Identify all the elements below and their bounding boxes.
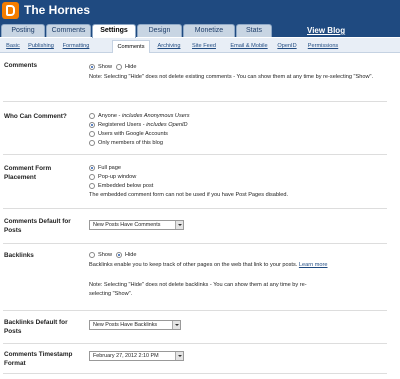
- subtab-basic[interactable]: Basic: [3, 41, 23, 51]
- tab-design[interactable]: Design: [137, 24, 182, 37]
- comments-label: Comments: [4, 62, 38, 69]
- placement-popup-label[interactable]: Pop-up window: [98, 173, 136, 181]
- learn-more-link[interactable]: Learn more: [299, 262, 328, 268]
- chevron-down-icon: [175, 352, 183, 360]
- who-can-comment-label: Who Can Comment?: [4, 113, 67, 120]
- subtab-archiving[interactable]: Archiving: [153, 41, 185, 51]
- backlinks-show-label[interactable]: Show: [98, 251, 112, 259]
- subtab-email-mobile[interactable]: Email & Mobile: [227, 41, 271, 51]
- backlinks-show-radio[interactable]: [89, 252, 95, 258]
- subtab-publishing[interactable]: Publishing: [26, 41, 56, 51]
- who-anyone-label[interactable]: Anyone - includes Anonymous Users: [98, 112, 190, 120]
- placement-popup-radio[interactable]: [89, 174, 95, 180]
- subtab-formatting[interactable]: Formatting: [60, 41, 92, 51]
- divider: [3, 208, 387, 209]
- who-google-radio[interactable]: [89, 131, 95, 137]
- placement-full-page-label[interactable]: Full page: [98, 164, 121, 172]
- comments-hide-label[interactable]: Hide: [125, 63, 137, 71]
- placement-label: Comment Form Placement: [4, 165, 52, 181]
- placement-note: The embedded comment form can not be use…: [89, 192, 289, 198]
- blog-title: The Hornes: [24, 3, 91, 17]
- placement-embedded-label[interactable]: Embedded below post: [98, 182, 153, 190]
- chevron-down-icon: [172, 321, 180, 329]
- divider: [3, 243, 387, 244]
- comments-default-select[interactable]: New Posts Have Comments: [89, 220, 184, 230]
- subtab-comments[interactable]: Comments: [112, 40, 150, 53]
- who-registered-label[interactable]: Registered Users - includes OpenID: [98, 121, 188, 129]
- tab-posting[interactable]: Posting: [1, 24, 45, 37]
- tab-monetize[interactable]: Monetize: [183, 24, 235, 37]
- backlinks-default-select[interactable]: New Posts Have Backlinks: [89, 320, 181, 330]
- chevron-down-icon: [175, 221, 183, 229]
- blogger-logo-icon[interactable]: [2, 2, 19, 19]
- comments-hide-note: Note: Selecting "Hide" does not delete e…: [89, 74, 374, 80]
- divider: [3, 343, 387, 344]
- comments-show-radio[interactable]: [89, 64, 95, 70]
- subtab-openid[interactable]: OpenID: [275, 41, 299, 51]
- who-can-comment-row: Who Can Comment? Anyone - includes Anony…: [0, 110, 400, 150]
- timestamp-row: Comments Timestamp Format February 27, 2…: [0, 348, 400, 376]
- comments-setting-row: Comments Show Hide Note: Selecting "Hide…: [0, 59, 400, 97]
- divider: [3, 154, 387, 155]
- who-registered-radio[interactable]: [89, 122, 95, 128]
- timestamp-label: Comments Timestamp Format: [4, 351, 73, 367]
- backlinks-label: Backlinks: [4, 252, 34, 259]
- divider: [3, 101, 387, 102]
- backlinks-description: Backlinks enable you to keep track of ot…: [89, 262, 328, 268]
- who-google-label[interactable]: Users with Google Accounts: [98, 130, 168, 138]
- subtab-site-feed[interactable]: Site Feed: [189, 41, 219, 51]
- comments-hide-radio[interactable]: [116, 64, 122, 70]
- divider: [3, 310, 387, 311]
- who-members-label[interactable]: Only members of this blog: [98, 139, 163, 147]
- tab-comments[interactable]: Comments: [46, 24, 91, 37]
- comments-default-label: Comments Default for Posts: [4, 218, 71, 234]
- blogger-header: The Hornes Posting Comments Settings Des…: [0, 0, 400, 38]
- comments-default-row: Comments Default for Posts New Posts Hav…: [0, 215, 400, 239]
- settings-subnav: Basic Publishing Formatting Comments Arc…: [0, 38, 400, 53]
- backlinks-hide-radio[interactable]: [116, 252, 122, 258]
- who-members-radio[interactable]: [89, 140, 95, 146]
- subtab-permissions[interactable]: Permissions: [306, 41, 340, 51]
- who-anyone-radio[interactable]: [89, 113, 95, 119]
- comments-show-label[interactable]: Show: [98, 63, 112, 71]
- backlinks-row: Backlinks Show Hide Backlinks enable you…: [0, 249, 400, 305]
- backlinks-default-label: Backlinks Default for Posts: [4, 319, 68, 335]
- tab-stats[interactable]: Stats: [236, 24, 272, 37]
- backlinks-hide-label[interactable]: Hide: [125, 251, 137, 259]
- placement-full-page-radio[interactable]: [89, 165, 95, 171]
- backlinks-hide-note: Note: Selecting "Hide" does not delete b…: [89, 282, 307, 297]
- timestamp-format-select[interactable]: February 27, 2012 2:10 PM: [89, 351, 184, 361]
- divider: [3, 373, 387, 374]
- placement-row: Comment Form Placement Full page Pop-up …: [0, 162, 400, 202]
- placement-embedded-radio[interactable]: [89, 183, 95, 189]
- view-blog-link[interactable]: View Blog: [307, 26, 345, 35]
- backlinks-default-row: Backlinks Default for Posts New Posts Ha…: [0, 316, 400, 340]
- tab-settings[interactable]: Settings: [92, 24, 136, 38]
